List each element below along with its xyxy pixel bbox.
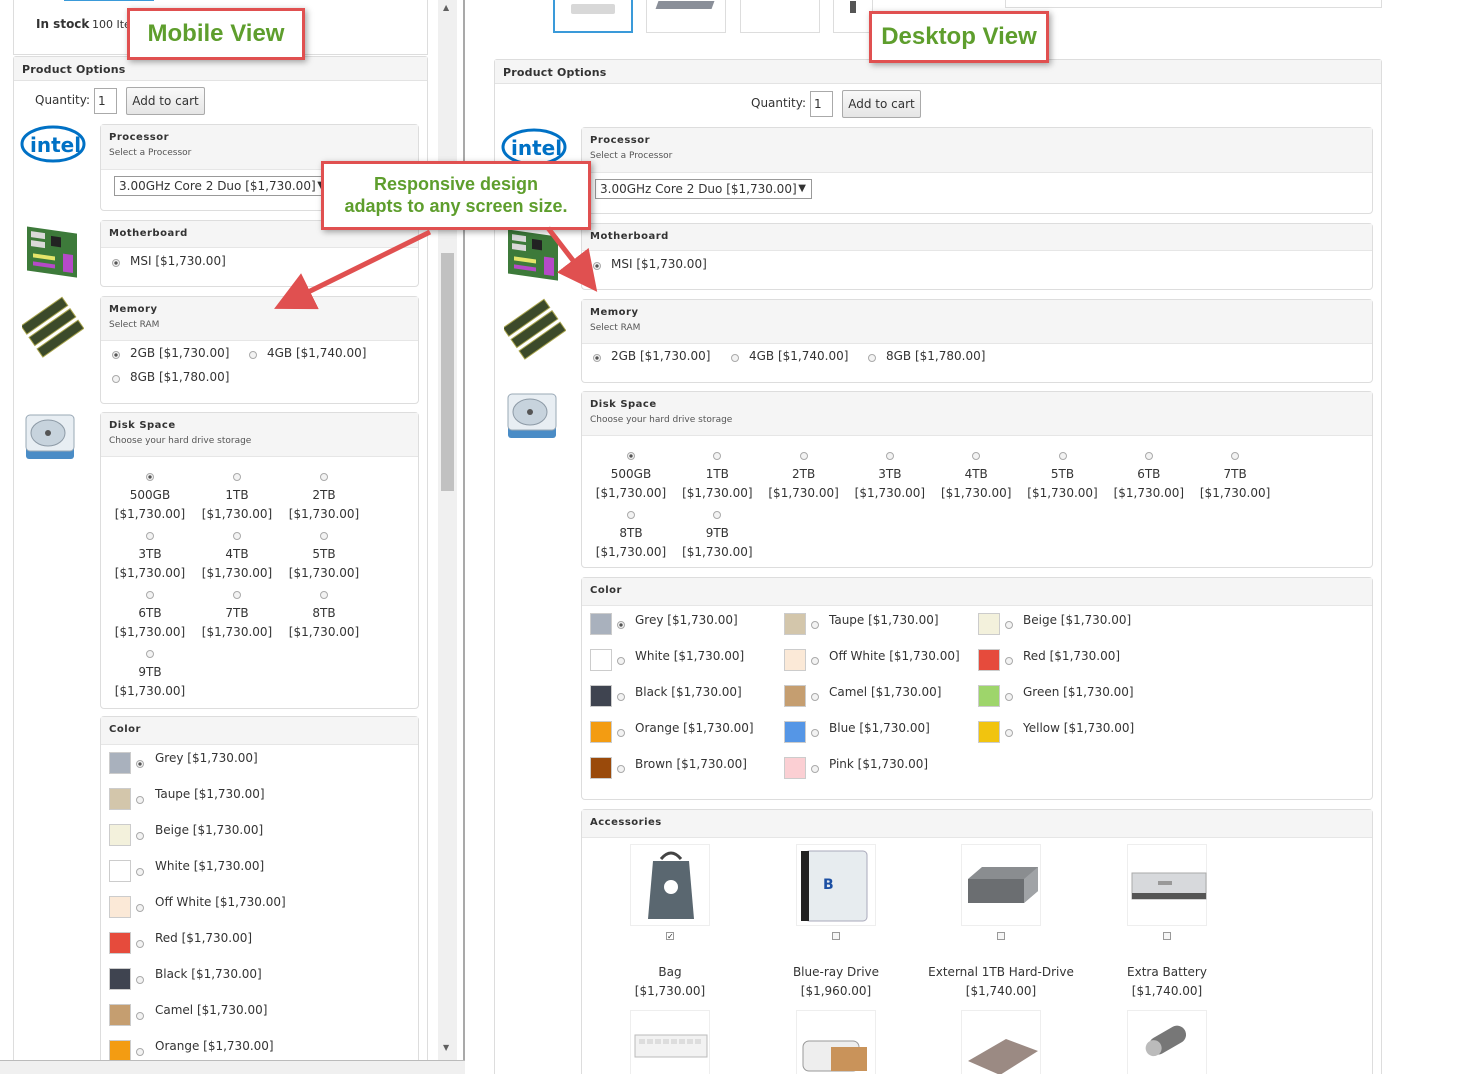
- callout-arrows: [274, 226, 598, 310]
- arrow-to-mobile: [274, 229, 432, 310]
- arrow-to-desktop: [546, 226, 598, 292]
